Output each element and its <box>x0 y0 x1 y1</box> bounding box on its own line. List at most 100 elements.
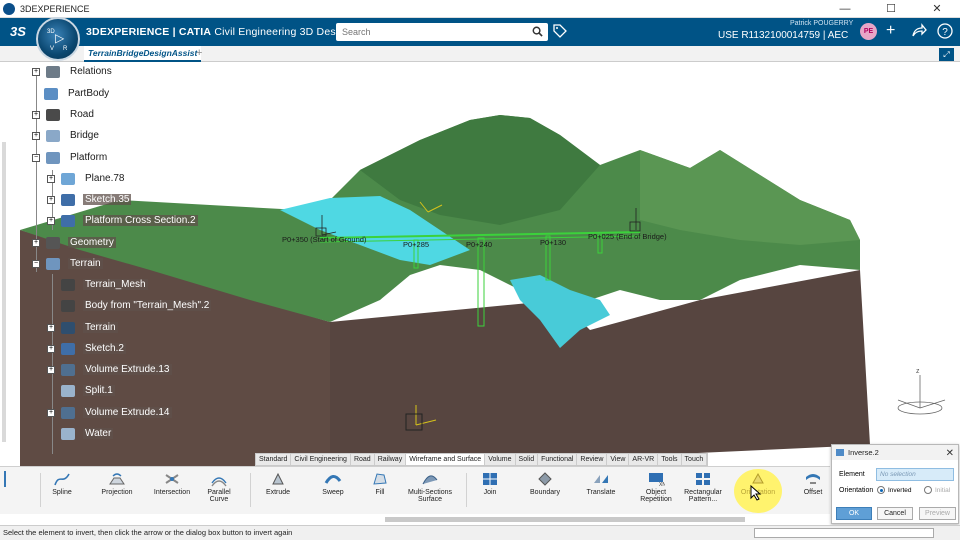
object-repetition-button[interactable]: XN Object Repetition <box>638 471 674 503</box>
tab-ar-vr[interactable]: AR-VR <box>629 454 659 465</box>
collapse-toggle[interactable]: − <box>32 153 40 162</box>
tab-road[interactable]: Road <box>351 454 375 465</box>
tab-functional[interactable]: Functional <box>538 454 578 465</box>
tree-item-relations[interactable]: + Relations <box>32 64 114 79</box>
tree-item-label: Geometry <box>68 237 116 248</box>
tree-item-label: Terrain_Mesh <box>83 279 148 290</box>
tree-item-geometry[interactable]: + Geometry <box>32 235 116 250</box>
share-icon[interactable] <box>911 23 927 39</box>
tree-item-sketch35[interactable]: + Sketch.35 <box>47 192 132 207</box>
close-window-button[interactable]: ✕ <box>914 0 960 18</box>
previous-commands-button[interactable] <box>2 471 16 489</box>
tab-solid[interactable]: Solid <box>516 454 539 465</box>
projection-button[interactable]: Projection <box>96 471 138 496</box>
tree-item-terrain-2[interactable]: + Terrain <box>47 320 118 335</box>
tab-terrainbridge[interactable]: TerrainBridgeDesignAssist <box>84 46 202 62</box>
spline-button[interactable]: Spline <box>44 471 80 496</box>
user-credentials[interactable]: USE R1132100014759 | AEC <box>718 30 848 41</box>
boundary-button[interactable]: Boundary <box>526 471 564 496</box>
tree-item-sketch2[interactable]: + Sketch.2 <box>47 341 126 356</box>
parallel-curve-button[interactable]: Parallel Curve <box>200 471 238 503</box>
tree-item-body-from-mesh[interactable]: Body from "Terrain_Mesh".2 <box>61 298 212 313</box>
radio-initial[interactable]: Initial <box>924 486 950 494</box>
tab-tools[interactable]: Tools <box>658 454 682 465</box>
maximize-button[interactable]: ☐ <box>868 0 914 18</box>
dialog-title: Inverse.2 <box>848 448 879 457</box>
ds-logo[interactable]: 3S <box>10 24 26 39</box>
tab-touch[interactable]: Touch <box>682 454 708 465</box>
tree-item-terrain-mesh[interactable]: Terrain_Mesh <box>61 277 148 292</box>
window-controls: — ☐ ✕ <box>822 0 960 18</box>
minimize-button[interactable]: — <box>822 0 868 18</box>
tab-wireframe-and-surface[interactable]: Wireframe and Surface <box>406 454 486 465</box>
curve-icon <box>4 471 14 487</box>
tree-item-water[interactable]: Water <box>61 426 114 441</box>
new-tab-icon[interactable]: + <box>196 47 202 59</box>
tree-item-platform-cross-section[interactable]: + Platform Cross Section.2 <box>47 213 198 228</box>
inverse-icon <box>836 449 844 456</box>
expand-toggle[interactable]: + <box>32 131 40 140</box>
tree-item-platform[interactable]: − Platform <box>32 150 109 165</box>
search-input[interactable] <box>336 23 516 41</box>
add-icon[interactable]: + <box>886 23 895 39</box>
tree-item-road[interactable]: + Road <box>32 107 96 122</box>
expand-toggle[interactable]: + <box>32 110 40 119</box>
expand-toggle[interactable]: + <box>47 323 55 332</box>
expand-toggle[interactable]: + <box>47 216 55 225</box>
tab-civil-engineering[interactable]: Civil Engineering <box>291 454 351 465</box>
expand-toggle[interactable]: + <box>32 238 40 247</box>
tab-railway[interactable]: Railway <box>375 454 407 465</box>
rectangular-pattern-icon <box>696 473 710 485</box>
avatar[interactable]: PE <box>860 23 877 40</box>
expand-toggle[interactable]: + <box>32 67 40 76</box>
close-icon[interactable]: ✕ <box>946 446 954 461</box>
collapse-toggle[interactable]: − <box>32 259 40 268</box>
cancel-button[interactable]: Cancel <box>877 507 913 520</box>
join-button[interactable]: Join <box>476 471 504 496</box>
tree-item-volume-extrude-13[interactable]: + Volume Extrude.13 <box>47 362 172 377</box>
dialog-title-bar[interactable]: Inverse.2 ✕ <box>832 445 958 460</box>
rectangular-pattern-button[interactable]: Rectangular Pattern... <box>680 471 726 503</box>
preview-button[interactable]: Preview <box>919 507 956 520</box>
fullscreen-icon[interactable]: ⤢ <box>939 48 954 61</box>
tree-item-volume-extrude-14[interactable]: + Volume Extrude.14 <box>47 405 172 420</box>
expand-toggle[interactable]: + <box>47 195 55 204</box>
multi-sections-surface-button[interactable]: Multi-Sections Surface <box>402 471 458 503</box>
expand-toggle[interactable]: + <box>47 174 55 183</box>
sweep-button[interactable]: Sweep <box>318 471 348 496</box>
tab-view[interactable]: View <box>607 454 630 465</box>
expand-toggle[interactable]: + <box>47 344 55 353</box>
ok-button[interactable]: OK <box>836 507 872 520</box>
tree-item-partbody[interactable]: PartBody <box>44 86 111 101</box>
command-input[interactable] <box>754 528 934 538</box>
tab-review[interactable]: Review <box>577 454 608 465</box>
tree-item-split[interactable]: Split.1 <box>61 383 115 398</box>
play-icon[interactable]: ▷ <box>55 31 64 45</box>
element-field[interactable]: No selection <box>876 468 954 481</box>
translate-label: Translate <box>586 489 616 496</box>
tab-volume[interactable]: Volume <box>485 454 516 465</box>
radio-inverted[interactable]: Inverted <box>877 486 912 494</box>
compass-widget[interactable]: 3D ▷ V R <box>36 17 80 61</box>
tree-item-terrain[interactable]: − Terrain <box>32 256 103 271</box>
translate-button[interactable]: Translate <box>584 471 618 496</box>
user-name: Patrick POUGERRY <box>790 20 854 27</box>
help-icon[interactable]: ? <box>937 23 953 39</box>
action-bar-scrollbar[interactable] <box>385 517 745 522</box>
expand-toggle[interactable]: + <box>47 408 55 417</box>
tag-icon[interactable] <box>553 24 567 38</box>
fill-button[interactable]: Fill <box>366 471 394 496</box>
tree-item-plane[interactable]: + Plane.78 <box>47 171 126 186</box>
search-icon[interactable] <box>532 26 543 37</box>
road-icon <box>46 108 60 121</box>
search-box[interactable] <box>336 23 548 41</box>
tab-standard[interactable]: Standard <box>256 454 292 465</box>
offset-button[interactable]: Offset <box>800 471 826 496</box>
tree-scrollbar[interactable] <box>2 142 6 442</box>
tree-item-bridge[interactable]: + Bridge <box>32 128 101 143</box>
station-end: P0+025 (End of Bridge) <box>588 232 667 241</box>
extrude-button[interactable]: Extrude <box>262 471 294 496</box>
intersection-button[interactable]: Intersection <box>152 471 192 496</box>
orientation-label-text: Orientation <box>839 487 874 494</box>
expand-toggle[interactable]: + <box>47 365 55 374</box>
